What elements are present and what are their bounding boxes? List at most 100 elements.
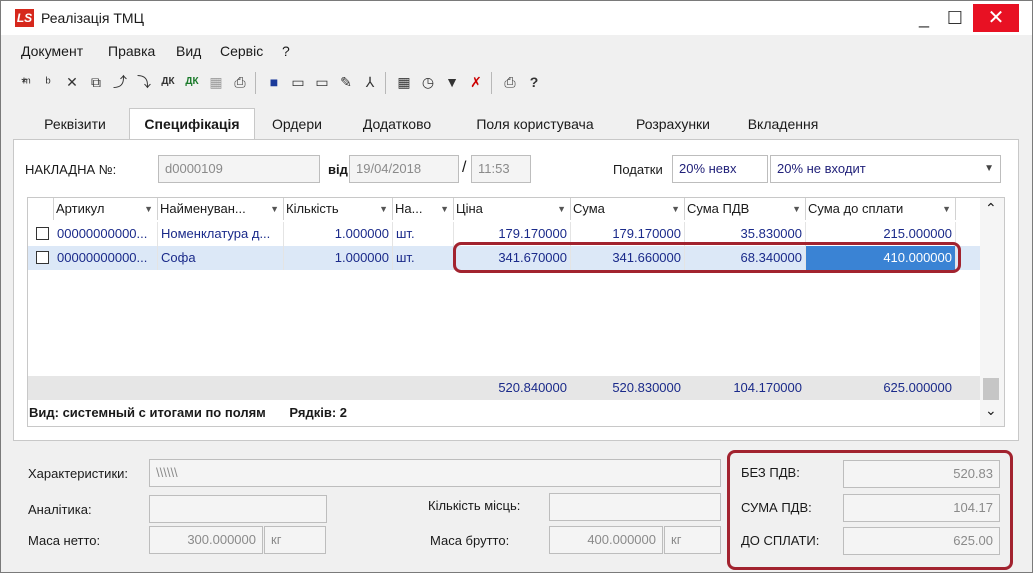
row-checkbox[interactable] bbox=[36, 251, 49, 264]
menu-view[interactable]: Вид bbox=[176, 43, 201, 59]
column-label: Сума до сплати bbox=[808, 201, 904, 216]
time-field[interactable]: 11:53 bbox=[471, 155, 531, 183]
net-weight-field[interactable]: 300.000000 bbox=[149, 526, 263, 554]
window-title: Реалізація ТМЦ bbox=[41, 10, 144, 26]
scroll-down-icon[interactable]: ⌄ bbox=[985, 402, 997, 419]
tree-icon[interactable]: ⅄ bbox=[359, 71, 381, 93]
characteristics-field[interactable]: \\\\\\ bbox=[149, 459, 721, 487]
date-field[interactable]: 19/04/2018 bbox=[349, 155, 459, 183]
close-button[interactable]: ✕ bbox=[973, 4, 1019, 32]
column-header-article[interactable]: Артикул ▼ bbox=[54, 198, 158, 220]
book-icon[interactable]: ▭ bbox=[287, 71, 309, 93]
chevron-down-icon[interactable]: ▼ bbox=[440, 198, 449, 220]
filter-clear-icon[interactable]: ✗ bbox=[465, 71, 487, 93]
chevron-down-icon[interactable]: ▼ bbox=[792, 198, 801, 220]
chevron-down-icon[interactable]: ▼ bbox=[942, 198, 951, 220]
title-bar: LS Реалізація ТМЦ _ ☐ ✕ bbox=[1, 1, 1032, 35]
from-label: від bbox=[328, 162, 348, 177]
menu-edit[interactable]: Правка bbox=[108, 43, 155, 59]
dk2-icon[interactable]: ДК bbox=[181, 71, 203, 93]
tab-orders[interactable]: Ордери bbox=[261, 109, 333, 140]
new2-icon[interactable]: ⤵ bbox=[133, 71, 155, 93]
invoice-number-field[interactable]: d0000109 bbox=[158, 155, 320, 183]
time-icon[interactable]: ◷ bbox=[417, 71, 439, 93]
filter-icon[interactable]: ▼ bbox=[441, 71, 463, 93]
table-icon[interactable]: ▦ bbox=[393, 71, 415, 93]
new-copy-icon[interactable]: ᵇ bbox=[37, 71, 59, 93]
cell-name: Софа bbox=[158, 246, 284, 270]
tax-rate-field[interactable]: 20% невх bbox=[672, 155, 768, 183]
dk-icon[interactable]: ДК bbox=[157, 71, 179, 93]
tab-attachments[interactable]: Вкладення bbox=[737, 109, 829, 140]
net-weight-unit: кг bbox=[264, 526, 326, 554]
total-price: 520.840000 bbox=[498, 380, 567, 395]
vertical-scrollbar[interactable]: ⌃ ⌄ bbox=[980, 198, 1004, 426]
specification-table: Артикул ▼ Найменуван... ▼ Кількість ▼ На...… bbox=[27, 197, 1005, 427]
column-label: Артикул bbox=[56, 201, 105, 216]
column-header-unit[interactable]: На... ▼ bbox=[393, 198, 454, 220]
new-icon[interactable]: ⤴ bbox=[109, 71, 131, 93]
new-doc-icon[interactable]: *ͫ bbox=[13, 71, 35, 93]
tab-user-fields[interactable]: Поля користувача bbox=[465, 109, 605, 140]
no-vat-field: 520.83 bbox=[843, 460, 1000, 488]
toolbar-separator bbox=[385, 72, 386, 94]
cell-qty: 1.000000 bbox=[284, 222, 393, 246]
analytics-label: Аналітика: bbox=[28, 502, 92, 517]
maximize-button[interactable]: ☐ bbox=[937, 4, 973, 32]
gross-weight-field[interactable]: 400.000000 bbox=[549, 526, 663, 554]
payable-field: 625.00 bbox=[843, 527, 1000, 555]
tab-details[interactable]: Реквізити bbox=[31, 109, 119, 140]
tab-strip: Реквізити Специфікація Ордери Додатково … bbox=[13, 108, 1019, 140]
places-field[interactable] bbox=[549, 493, 721, 521]
highlight-selected-row bbox=[453, 242, 961, 273]
copy-icon[interactable]: ⧉ bbox=[85, 71, 107, 93]
column-label: На... bbox=[395, 201, 423, 216]
print-icon[interactable]: ⎙ bbox=[499, 71, 521, 93]
column-header-qty[interactable]: Кількість ▼ bbox=[284, 198, 393, 220]
taxes-label: Податки bbox=[613, 162, 663, 177]
chevron-down-icon[interactable]: ▼ bbox=[984, 156, 994, 182]
tab-payments[interactable]: Розрахунки bbox=[623, 109, 723, 140]
column-header-check bbox=[28, 198, 54, 220]
column-label: Ціна bbox=[456, 201, 483, 216]
save-icon[interactable]: ■ bbox=[263, 71, 285, 93]
column-header-sum[interactable]: Сума ▼ bbox=[571, 198, 685, 220]
characteristics-label: Характеристики: bbox=[28, 466, 129, 481]
chevron-down-icon[interactable]: ▼ bbox=[671, 198, 680, 220]
delete-doc-icon[interactable]: ✕ bbox=[61, 71, 83, 93]
column-header-total[interactable]: Сума до сплати ▼ bbox=[806, 198, 956, 220]
tax-mode-select[interactable]: 20% не входит ▼ bbox=[770, 155, 1001, 183]
column-label: Сума bbox=[573, 201, 605, 216]
column-label: Сума ПДВ bbox=[687, 201, 750, 216]
edit-icon[interactable]: ✎ bbox=[335, 71, 357, 93]
no-vat-label: БЕЗ ПДВ: bbox=[741, 465, 800, 480]
toolbar: *ͫ ᵇ ✕ ⧉ ⤴ ⤵ ДК ДК ▦ ⎙ ■ ▭ ▭ ✎ ⅄ ▦ ◷ ▼ ✗… bbox=[13, 68, 663, 98]
help-icon[interactable]: ? bbox=[523, 71, 545, 93]
column-header-price[interactable]: Ціна ▼ bbox=[454, 198, 571, 220]
row-checkbox[interactable] bbox=[36, 227, 49, 240]
menu-service[interactable]: Сервіс bbox=[220, 43, 263, 59]
tax-icon[interactable]: ▦ bbox=[205, 71, 227, 93]
tab-additional[interactable]: Додатково bbox=[347, 109, 447, 140]
book2-icon[interactable]: ▭ bbox=[311, 71, 333, 93]
chevron-down-icon[interactable]: ▼ bbox=[270, 198, 279, 220]
column-header-name[interactable]: Найменуван... ▼ bbox=[158, 198, 284, 220]
toolbar-separator bbox=[491, 72, 492, 94]
rows-count: Рядків: 2 bbox=[289, 405, 348, 420]
tab-specification[interactable]: Специфікація bbox=[129, 108, 255, 140]
total-payable: 625.000000 bbox=[883, 380, 952, 395]
print-prev-icon[interactable]: ⎙ bbox=[229, 71, 251, 93]
scroll-thumb[interactable] bbox=[983, 378, 999, 400]
column-header-vat[interactable]: Сума ПДВ ▼ bbox=[685, 198, 806, 220]
totals-row: 520.840000 520.830000 104.170000 625.000… bbox=[28, 376, 982, 400]
chevron-down-icon[interactable]: ▼ bbox=[557, 198, 566, 220]
menu-help[interactable]: ? bbox=[282, 43, 290, 59]
menu-document[interactable]: Документ bbox=[21, 43, 83, 59]
total-sum: 520.830000 bbox=[612, 380, 681, 395]
chevron-down-icon[interactable]: ▼ bbox=[379, 198, 388, 220]
analytics-field[interactable] bbox=[149, 495, 327, 523]
chevron-down-icon[interactable]: ▼ bbox=[144, 198, 153, 220]
cell-unit: шт. bbox=[393, 222, 454, 246]
scroll-up-icon[interactable]: ⌃ bbox=[985, 200, 997, 217]
date-time-separator: / bbox=[462, 159, 467, 176]
